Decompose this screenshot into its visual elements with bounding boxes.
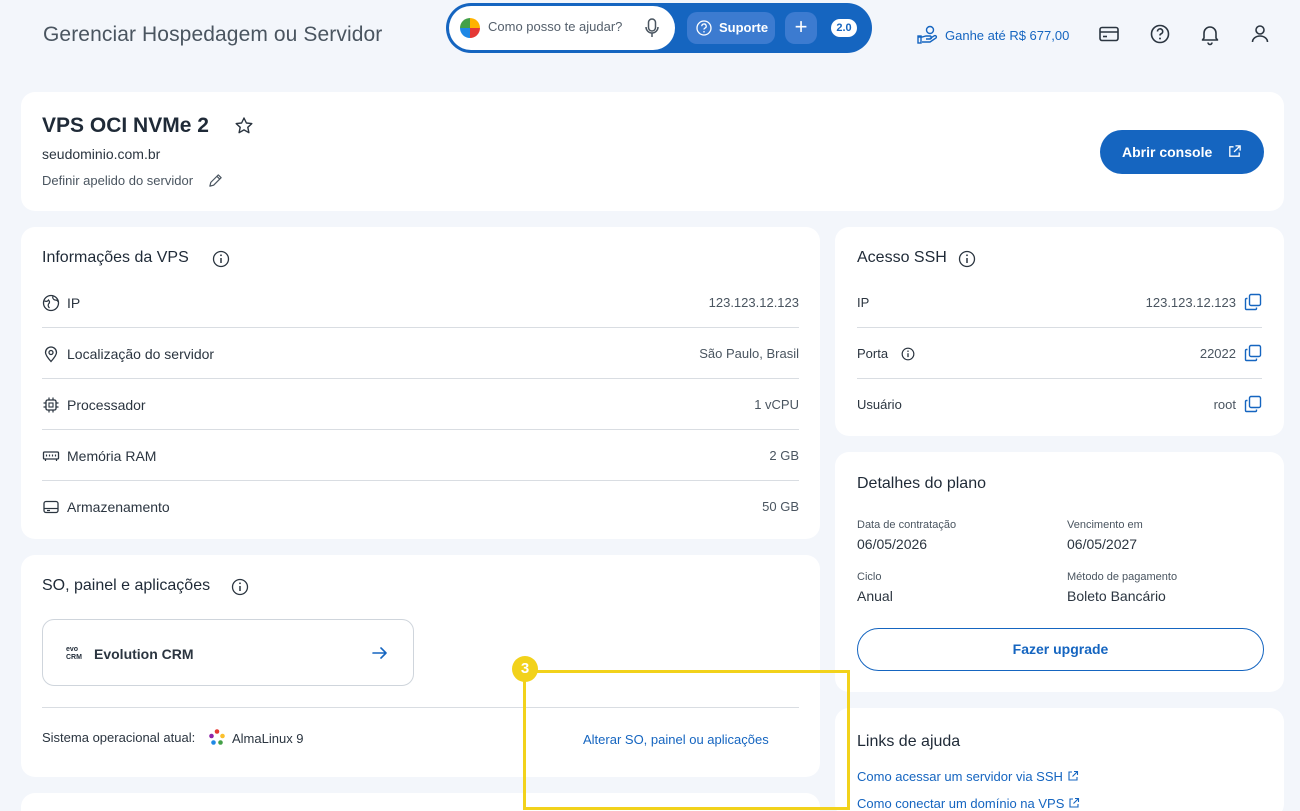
ssh-port-label: Porta [857,346,889,361]
payment-method-label: Método de pagamento [1067,571,1178,583]
evolution-crm-logo: evo CRM [66,646,82,661]
contract-date-value: 06/05/2026 [857,536,928,552]
tutorial-highlight-box [523,670,850,810]
vps-cpu-value: 1 vCPU [754,397,799,412]
vps-ip-value: 123.123.12.123 [708,295,799,310]
due-date-label: Vencimento em [1067,519,1143,531]
ssh-user-label: Usuário [857,397,902,412]
vps-ram-label: Memória RAM [67,448,157,464]
info-icon[interactable] [212,250,230,268]
vps-row-storage: Armazenamento 50 GB [42,481,799,532]
credit-card-icon[interactable] [1097,22,1121,46]
help-link-domain[interactable]: Como conectar um domínio na VPS [857,796,1080,811]
ssh-user-value: root [1213,397,1236,412]
ssh-row-user: Usuário root [857,379,1262,430]
ram-icon [42,451,60,461]
contract-date-label: Data de contratação [857,519,957,531]
ssh-port-value: 22022 [1199,346,1236,361]
ssh-row-port: Porta 22022 [857,328,1262,379]
external-link-icon [1069,797,1080,808]
help-link-ssh[interactable]: Como acessar um servidor via SSH [857,769,1079,784]
storage-icon [43,500,59,514]
help-icon[interactable] [1148,22,1172,46]
copy-icon[interactable] [1244,344,1262,362]
ssh-ip-value: 123.123.12.123 [1145,295,1236,310]
os-title: SO, painel e aplicações [42,577,211,594]
pencil-icon[interactable] [208,173,223,188]
support-label: Suporte [719,20,769,35]
server-domain: seudominio.com.br [42,146,161,162]
open-console-label: Abrir console [1122,144,1213,160]
top-header: Gerenciar Hospedagem ou Servidor Como po… [0,0,1300,72]
notification-bell-icon[interactable] [1198,22,1222,46]
ssh-title: Acesso SSH [857,249,947,266]
upgrade-button[interactable]: Fazer upgrade [857,628,1264,671]
copy-icon[interactable] [1244,395,1262,413]
vps-row-location: Localização do servidor São Paulo, Brasi… [42,328,799,379]
globe-icon [42,294,60,312]
assistant-avatar-icon [460,18,480,38]
ssh-ip-label: IP [857,295,870,310]
current-os-value: AlmaLinux 9 [232,731,304,746]
tutorial-step-badge: 3 [512,656,538,682]
referral-link[interactable]: Ganhe até R$ 677,00 [945,28,1069,43]
info-icon[interactable] [231,578,249,596]
location-pin-icon [44,346,58,363]
set-nickname-link[interactable]: Definir apelido do servidor [42,173,193,188]
cycle-value: Anual [857,588,893,604]
version-badge: 2.0 [831,19,857,37]
favorite-star-icon[interactable] [234,116,254,136]
due-date-value: 06/05/2027 [1067,536,1138,552]
vps-row-cpu: Processador 1 vCPU [42,379,799,430]
vps-storage-value: 50 GB [762,499,799,514]
ssh-access-card: Acesso SSH IP 123.123.12.123 Porta 22022… [835,227,1284,436]
arrow-right-icon[interactable] [371,644,389,662]
cpu-icon [43,397,59,413]
vps-ip-label: IP [67,295,81,311]
vps-row-ip: IP 123.123.12.123 [42,277,799,328]
microphone-icon[interactable] [644,17,660,39]
hand-coin-icon [917,25,938,44]
vps-info-card: Informações da VPS IP 123.123.12.123 Loc… [21,227,820,539]
vps-ram-value: 2 GB [769,448,799,463]
support-button[interactable]: Suporte [687,12,775,44]
vps-storage-label: Armazenamento [67,499,170,515]
external-link-icon [1068,770,1078,781]
installed-app-name: Evolution CRM [94,646,194,662]
info-icon[interactable] [958,250,976,268]
page-title: Gerenciar Hospedagem ou Servidor [43,23,383,46]
plan-details-card: Detalhes do plano Data de contratação 06… [835,452,1284,692]
help-link-domain-label: Como conectar um domínio na VPS [857,796,1065,811]
vps-cpu-label: Processador [67,397,146,413]
cycle-label: Ciclo [857,571,882,583]
info-icon[interactable] [901,347,915,361]
payment-method-value: Boleto Bancário [1067,588,1166,604]
external-link-icon [1229,145,1241,157]
installed-app-tile[interactable]: evo CRM Evolution CRM [42,619,414,686]
assistant-placeholder: Como posso te ajudar? [488,19,623,34]
plan-title: Detalhes do plano [857,475,986,492]
help-title: Links de ajuda [857,733,961,750]
user-profile-icon[interactable] [1248,22,1272,46]
copy-icon[interactable] [1244,293,1262,311]
open-console-button[interactable]: Abrir console [1100,130,1264,174]
server-summary-card: VPS OCI NVMe 2 seudominio.com.br Definir… [21,92,1284,211]
help-circle-icon [696,20,712,36]
vps-location-label: Localização do servidor [67,346,215,362]
almalinux-logo-icon [209,729,225,745]
vps-location-value: São Paulo, Brasil [699,346,799,361]
new-chat-button[interactable]: + [785,12,817,44]
help-links-card: Links de ajuda Como acessar um servidor … [835,708,1284,811]
vps-row-ram: Memória RAM 2 GB [42,430,799,481]
help-link-ssh-label: Como acessar um servidor via SSH [857,769,1063,784]
current-os-label: Sistema operacional atual: [42,730,196,745]
ssh-row-ip: IP 123.123.12.123 [857,277,1262,328]
vps-info-title: Informações da VPS [42,249,189,266]
server-name: VPS OCI NVMe 2 [42,114,209,137]
